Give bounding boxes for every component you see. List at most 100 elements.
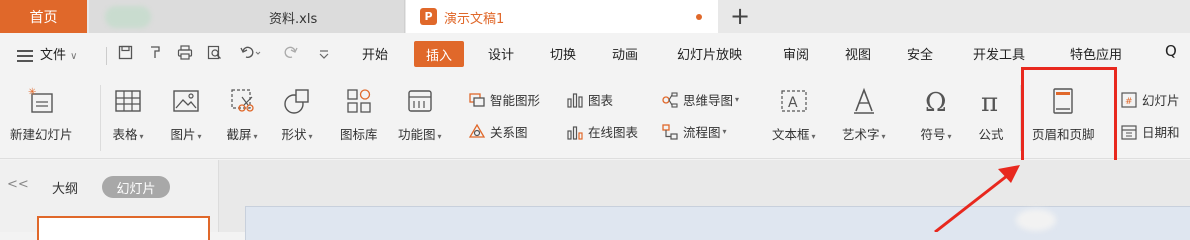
redo-icon[interactable] — [283, 45, 298, 64]
slide-number-icon: # — [1120, 91, 1138, 109]
highlight-box — [1021, 67, 1117, 165]
chart-label: 图表 — [588, 93, 614, 108]
relation-chart-button[interactable]: 关系图 — [468, 122, 528, 141]
tab-xls-document[interactable]: 资料.xls — [89, 0, 451, 33]
textbox-label: 文本框 — [772, 127, 810, 142]
print-preview-icon[interactable] — [207, 45, 222, 64]
smart-shape-label: 智能图形 — [490, 93, 541, 108]
table-icon — [112, 85, 144, 117]
print-icon[interactable] — [177, 45, 193, 64]
flowchart-label: 流程图 — [683, 125, 721, 140]
ppt-icon: P — [420, 8, 437, 25]
screenshot-button[interactable]: 截屏 ▾ — [226, 85, 258, 143]
function-chart-button[interactable]: 功能图 ▾ — [398, 85, 442, 143]
formula-label: 公式 — [978, 127, 1004, 142]
tab-bar: 首页 资料.xls P 演示文稿1 + — [0, 0, 1190, 33]
svg-text:Ω: Ω — [925, 88, 947, 116]
symbol-label: 符号 — [920, 127, 946, 142]
scissors-icon — [226, 85, 258, 117]
relation-chart-label: 关系图 — [490, 125, 528, 140]
icon-library-button[interactable]: 图标库 — [340, 85, 378, 143]
format-painter-icon[interactable] — [148, 45, 163, 64]
menu-insert[interactable]: 插入 — [414, 41, 464, 67]
shape-label: 形状 — [281, 127, 307, 142]
tab-ppt-label: 演示文稿1 — [444, 12, 505, 27]
tab-outline[interactable]: 大纲 — [52, 178, 78, 197]
collapse-panel-icon[interactable]: << — [7, 177, 29, 192]
menu-review[interactable]: 审阅 — [783, 44, 809, 63]
picture-label: 图片 — [170, 127, 196, 142]
menu-special[interactable]: 特色应用 — [1070, 44, 1122, 63]
wordart-icon — [848, 85, 880, 117]
menu-transition[interactable]: 切换 — [550, 44, 576, 63]
mindmap-icon — [661, 91, 679, 109]
tab-home[interactable]: 首页 — [0, 0, 87, 33]
tab-ppt-document[interactable]: P 演示文稿1 — [406, 0, 718, 33]
quick-access-dropdown-icon[interactable] — [318, 47, 330, 65]
cursor-glow — [1016, 209, 1056, 231]
omega-icon: Ω — [920, 85, 952, 117]
datetime-button[interactable]: 日期和 — [1120, 122, 1180, 141]
tab-slides[interactable]: 幻灯片 — [102, 176, 170, 198]
menu-design[interactable]: 设计 — [488, 44, 514, 63]
tab-xls-label: 资料.xls — [269, 12, 318, 27]
menu-slideshow[interactable]: 幻灯片放映 — [677, 44, 742, 63]
relation-chart-icon — [468, 123, 486, 141]
svg-text:✳: ✳ — [28, 87, 36, 98]
table-label: 表格 — [112, 127, 138, 142]
slide-number-label: 幻灯片 — [1142, 93, 1180, 108]
ribbon-divider — [100, 85, 101, 151]
online-chart-label: 在线图表 — [588, 125, 639, 140]
undo-icon[interactable] — [240, 45, 262, 64]
pi-icon: π — [975, 85, 1007, 117]
menu-file[interactable]: 文件 ∨ — [40, 44, 77, 63]
wordart-label: 艺术字 — [842, 127, 880, 142]
function-chart-icon — [404, 85, 436, 117]
table-button[interactable]: 表格 ▾ — [112, 85, 144, 143]
shape-icon — [281, 85, 313, 117]
screenshot-label: 截屏 — [226, 127, 252, 142]
search-icon[interactable]: Q — [1165, 42, 1177, 60]
formula-button[interactable]: π 公式 — [975, 85, 1007, 143]
slide-number-button[interactable]: # 幻灯片 — [1120, 90, 1180, 109]
bar-chart-icon — [566, 91, 584, 109]
mindmap-label: 思维导图 — [683, 93, 734, 108]
datetime-label: 日期和 — [1142, 125, 1180, 140]
calendar-icon — [1120, 123, 1138, 141]
blurred-icon — [105, 6, 151, 28]
new-slide-button[interactable]: ✳ 新建幻灯片 — [10, 85, 73, 143]
new-tab-button[interactable]: + — [730, 2, 750, 30]
chart-button[interactable]: 图表 — [566, 90, 613, 109]
textbox-button[interactable]: A 文本框 ▾ — [772, 85, 816, 143]
menu-developer[interactable]: 开发工具 — [973, 44, 1025, 63]
picture-icon — [170, 85, 202, 117]
symbol-button[interactable]: Ω 符号 ▾ — [920, 85, 952, 143]
menu-security[interactable]: 安全 — [907, 44, 933, 63]
shape-button[interactable]: 形状 ▾ — [281, 85, 313, 143]
menu-divider — [106, 47, 107, 65]
unsaved-dot-icon — [696, 14, 702, 20]
svg-text:π: π — [981, 88, 998, 116]
menu-view[interactable]: 视图 — [845, 44, 871, 63]
picture-button[interactable]: 图片 ▾ — [170, 85, 202, 143]
new-slide-label: 新建幻灯片 — [10, 127, 73, 142]
icon-library-label: 图标库 — [340, 127, 378, 142]
new-slide-icon: ✳ — [25, 85, 57, 117]
function-chart-label: 功能图 — [398, 127, 436, 142]
smart-shape-button[interactable]: 智能图形 — [468, 90, 540, 109]
slide-thumbnail[interactable] — [37, 216, 210, 240]
smart-shape-icon — [468, 91, 486, 109]
flowchart-button[interactable]: 流程图 ▾ — [661, 122, 727, 141]
online-chart-button[interactable]: 在线图表 — [566, 122, 638, 141]
svg-text:A: A — [788, 95, 798, 111]
flowchart-icon — [661, 123, 679, 141]
svg-text:#: # — [1125, 97, 1133, 107]
slide-canvas[interactable] — [245, 206, 1190, 240]
save-icon[interactable] — [118, 45, 133, 64]
icon-library-icon — [343, 85, 375, 117]
wordart-button[interactable]: 艺术字 ▾ — [842, 85, 886, 143]
menu-animation[interactable]: 动画 — [612, 44, 638, 63]
hamburger-icon[interactable] — [17, 50, 33, 62]
mindmap-button[interactable]: 思维导图 ▾ — [661, 90, 739, 109]
menu-start[interactable]: 开始 — [362, 44, 388, 63]
